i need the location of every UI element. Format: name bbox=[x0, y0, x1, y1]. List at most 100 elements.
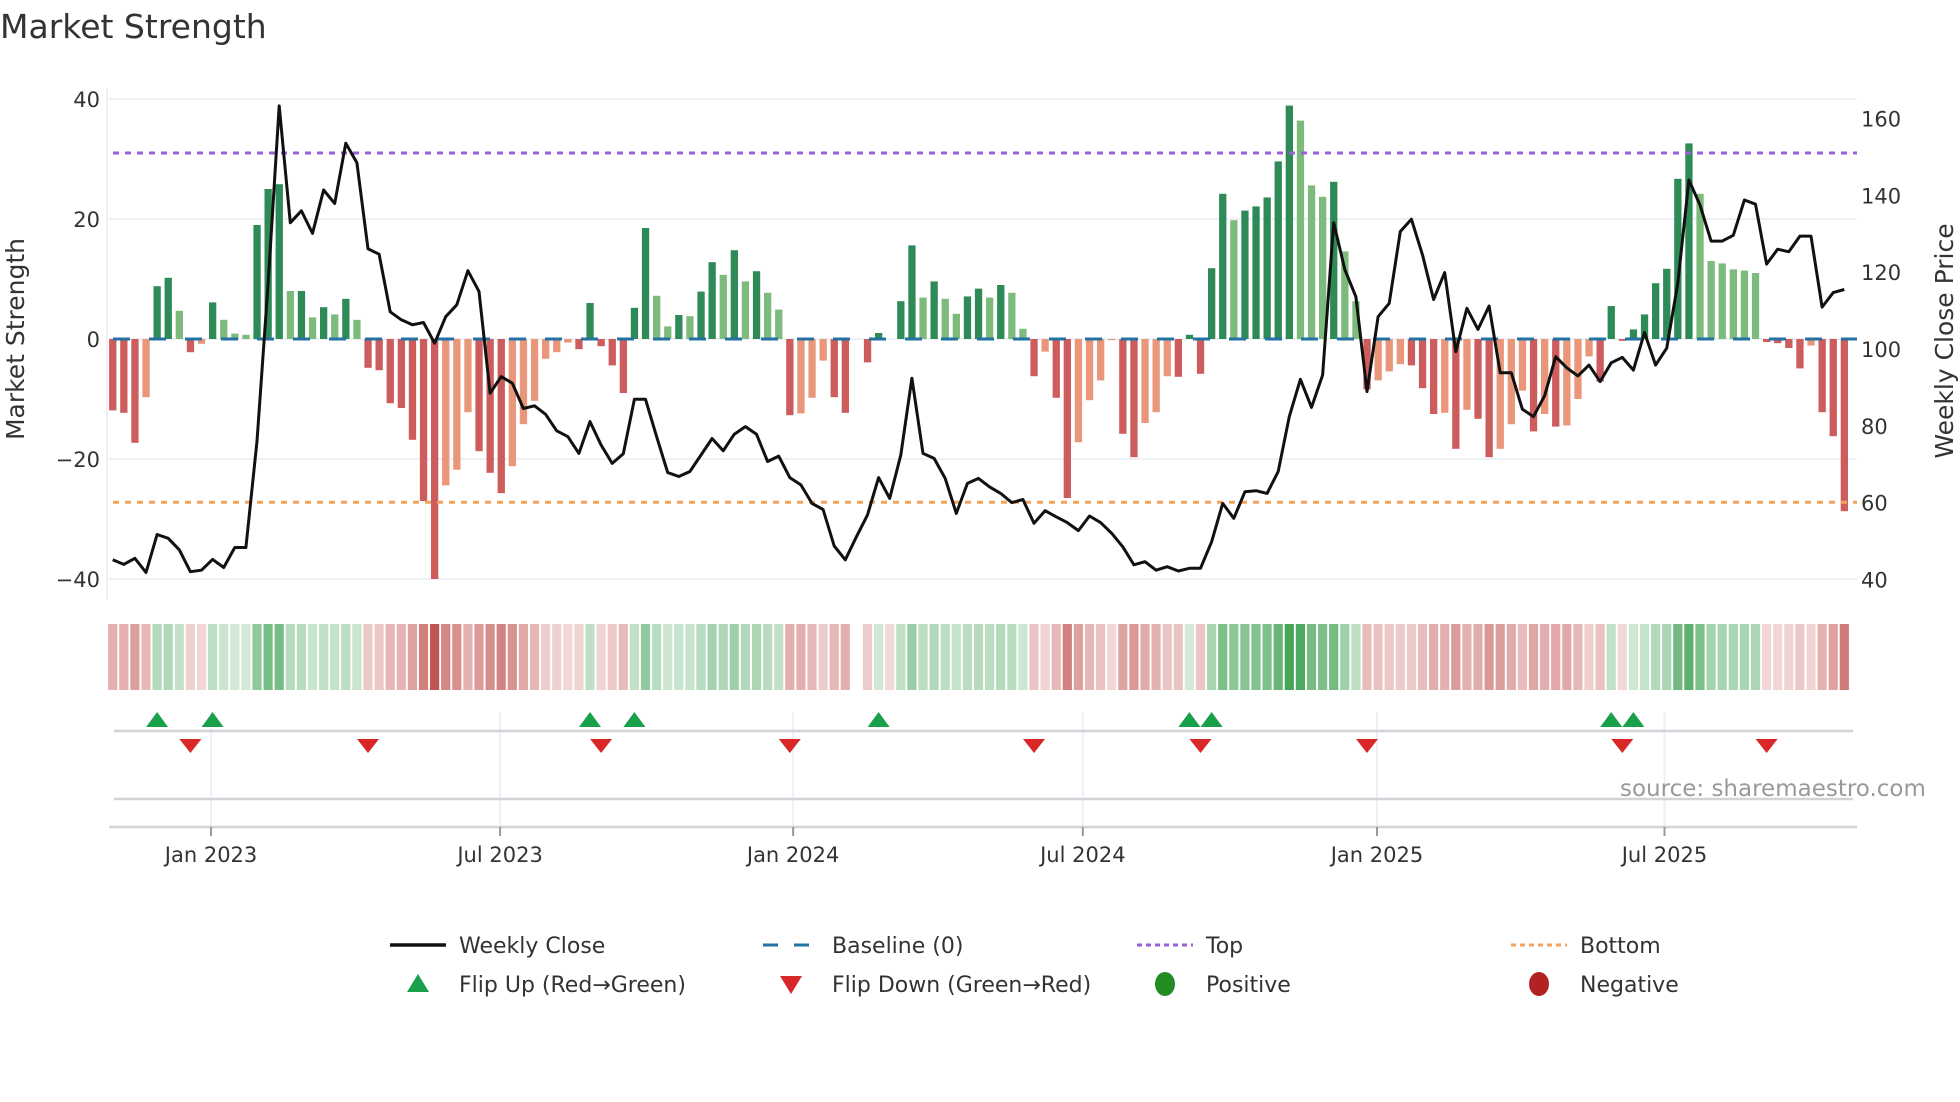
y2-tick-label: 60 bbox=[1861, 492, 1888, 516]
strength-bar bbox=[1019, 328, 1027, 339]
y-tick-label: 0 bbox=[87, 328, 100, 352]
strip-cell bbox=[208, 624, 218, 690]
strip-cell bbox=[352, 624, 362, 690]
x-tick-label: Jul 2023 bbox=[455, 843, 542, 867]
strip-cell bbox=[1184, 624, 1194, 690]
strength-bar bbox=[1208, 268, 1216, 339]
strength-bar bbox=[986, 297, 994, 339]
strip-cell bbox=[685, 624, 695, 690]
flip-up-marker bbox=[623, 712, 646, 727]
flip-down-marker bbox=[1356, 739, 1378, 753]
flip-down-marker bbox=[1611, 739, 1634, 753]
strip-cell bbox=[319, 624, 329, 690]
strip-cell bbox=[1717, 624, 1727, 690]
strength-bar bbox=[1785, 339, 1793, 348]
gridlines bbox=[106, 88, 1857, 827]
strip-cell bbox=[1417, 624, 1428, 690]
strength-bar bbox=[542, 339, 550, 359]
strip-cell bbox=[574, 624, 584, 690]
strip-cell bbox=[174, 624, 184, 690]
legend-label: Flip Up (Red→Green) bbox=[459, 973, 686, 998]
strength-bar bbox=[641, 228, 650, 339]
strip-cell bbox=[1284, 624, 1294, 690]
strength-bar bbox=[1652, 283, 1660, 339]
strip-cell bbox=[1495, 624, 1505, 690]
strip-cell bbox=[1540, 624, 1550, 690]
strip-cell bbox=[1395, 624, 1405, 690]
strip-cell bbox=[1073, 624, 1083, 690]
flip-up-marker bbox=[201, 712, 224, 727]
strip-cell bbox=[119, 624, 129, 690]
strength-bar bbox=[1074, 339, 1083, 443]
strip-cell bbox=[1306, 624, 1317, 690]
strength-bar bbox=[1685, 143, 1693, 339]
strength-bar bbox=[1241, 210, 1249, 339]
y-axis-title: Market Strength bbox=[1, 238, 30, 440]
strength-bar bbox=[1163, 339, 1171, 377]
strength-bar bbox=[1430, 339, 1438, 414]
strip-cell bbox=[918, 624, 928, 690]
legend-label: Weekly Close bbox=[459, 934, 605, 959]
y-tick-label: −40 bbox=[56, 568, 100, 592]
y2-tick-label: 160 bbox=[1861, 108, 1901, 132]
strip-cell bbox=[1506, 624, 1516, 690]
reference-lines bbox=[113, 151, 1857, 504]
strength-bar bbox=[386, 339, 394, 404]
strip-cell bbox=[1251, 624, 1261, 690]
strength-bar bbox=[930, 281, 938, 339]
flip-down-marker bbox=[778, 739, 801, 753]
strength-bar bbox=[342, 298, 350, 339]
flip-down-marker bbox=[1755, 739, 1778, 753]
strip-cell bbox=[1318, 624, 1328, 690]
strip-cell bbox=[1562, 624, 1572, 690]
y-tick-label: 40 bbox=[73, 88, 100, 112]
strength-bar bbox=[253, 225, 261, 339]
legend-label: Top bbox=[1205, 934, 1243, 959]
strength-bar bbox=[475, 339, 483, 452]
strip-cell bbox=[652, 624, 662, 690]
strip-cell bbox=[751, 624, 762, 690]
strength-bar bbox=[586, 303, 594, 339]
strength-bar bbox=[508, 339, 516, 467]
strip-cell bbox=[1762, 624, 1772, 690]
strength-bar bbox=[153, 286, 161, 339]
strength-bar bbox=[375, 339, 383, 371]
strength-bar bbox=[1740, 270, 1749, 339]
strength-bar bbox=[1585, 339, 1593, 357]
strip-cell bbox=[385, 624, 395, 690]
strip-cell bbox=[907, 624, 917, 690]
strength-bar bbox=[1418, 339, 1427, 389]
strength-bar bbox=[1141, 339, 1149, 423]
strength-bar bbox=[764, 292, 772, 339]
strip-cell bbox=[1595, 624, 1605, 690]
strength-bar bbox=[1230, 220, 1238, 339]
strength-bar bbox=[1307, 185, 1316, 339]
strength-bar bbox=[919, 297, 927, 339]
strength-bar bbox=[1829, 339, 1837, 437]
strength-bar bbox=[1185, 334, 1194, 339]
strip-cell bbox=[1573, 624, 1583, 690]
strength-bar bbox=[1196, 339, 1205, 374]
strength-bar bbox=[630, 307, 639, 339]
strip-cell bbox=[363, 624, 373, 690]
strip-cell bbox=[219, 624, 229, 690]
strength-bar bbox=[1751, 273, 1760, 339]
strength-bar bbox=[1518, 339, 1527, 391]
strip-cell bbox=[296, 624, 306, 690]
strength-bar bbox=[775, 309, 783, 339]
strip-cell bbox=[596, 624, 606, 690]
strength-bar bbox=[109, 339, 117, 411]
strip-cell bbox=[629, 624, 639, 690]
strip-cell bbox=[141, 624, 151, 690]
y-tick-label: 20 bbox=[73, 208, 100, 232]
strip-cell bbox=[441, 624, 451, 690]
legend-label: Flip Down (Green→Red) bbox=[832, 973, 1091, 998]
strength-bar bbox=[797, 339, 805, 414]
strip-cell bbox=[152, 624, 162, 690]
flip-down-marker bbox=[1023, 739, 1045, 753]
strength-bar bbox=[1796, 339, 1804, 369]
strength-bar bbox=[1063, 339, 1071, 498]
y-tick-label: −20 bbox=[56, 448, 100, 472]
strip-cell bbox=[1273, 624, 1283, 690]
strip-cell bbox=[729, 624, 739, 690]
